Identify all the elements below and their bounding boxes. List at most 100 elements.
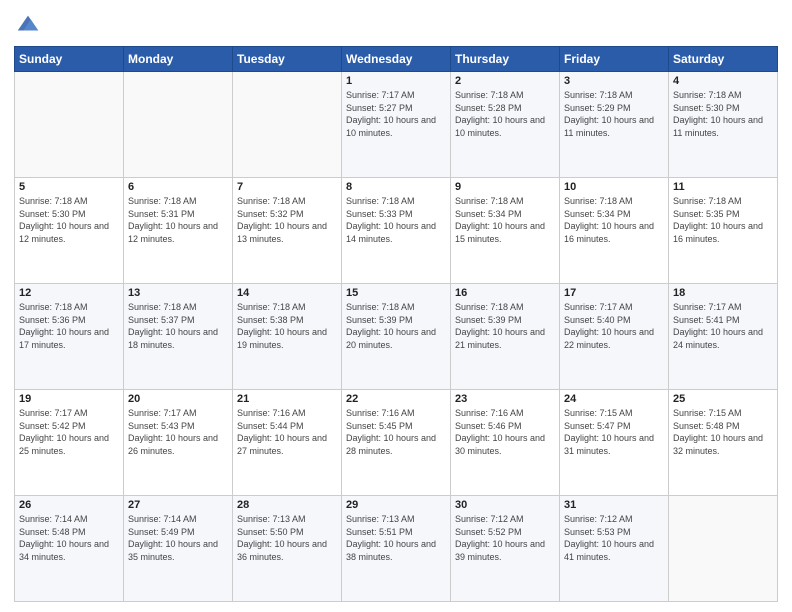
day-number: 15 [346, 287, 446, 299]
day-info: Sunrise: 7:18 AMSunset: 5:39 PMDaylight:… [455, 301, 555, 351]
day-number: 25 [673, 393, 773, 405]
calendar-cell: 8 Sunrise: 7:18 AMSunset: 5:33 PMDaylight… [342, 178, 451, 284]
calendar-cell: 16Sunrise: 7:18 AMSunset: 5:39 PMDayligh… [451, 284, 560, 390]
col-friday: Friday [560, 47, 669, 72]
day-info: Sunrise: 7:16 AMSunset: 5:46 PMDaylight:… [455, 407, 555, 457]
day-info: Sunrise: 7:18 AMSunset: 5:33 PMDaylight:… [346, 195, 446, 245]
calendar-cell: 10 Sunrise: 7:18 AMSunset: 5:34 PMDayligh… [560, 178, 669, 284]
col-monday: Monday [124, 47, 233, 72]
day-info: Sunrise: 7:18 AMSunset: 5:30 PMDaylight:… [673, 89, 773, 139]
day-number: 22 [346, 393, 446, 405]
calendar-table: Sunday Monday Tuesday Wednesday Thursday… [14, 46, 778, 602]
day-info: Sunrise: 7:17 AMSunset: 5:27 PMDaylight:… [346, 89, 446, 139]
calendar-cell [124, 72, 233, 178]
day-info: Sunrise: 7:18 AMSunset: 5:29 PMDaylight:… [564, 89, 664, 139]
calendar-week-row: 5 Sunrise: 7:18 AMSunset: 5:30 PMDaylight… [15, 178, 778, 284]
calendar-cell: 5 Sunrise: 7:18 AMSunset: 5:30 PMDaylight… [15, 178, 124, 284]
calendar-cell: 27 Sunrise: 7:14 AMSunset: 5:49 PMDayligh… [124, 496, 233, 602]
calendar-cell [15, 72, 124, 178]
calendar-cell: 19 Sunrise: 7:17 AMSunset: 5:42 PMDayligh… [15, 390, 124, 496]
day-number: 6 [128, 181, 228, 193]
day-info: Sunrise: 7:13 AMSunset: 5:51 PMDaylight:… [346, 513, 446, 563]
day-number: 1 [346, 75, 446, 87]
calendar-cell: 25 Sunrise: 7:15 AMSunset: 5:48 PMDayligh… [669, 390, 778, 496]
calendar-week-row: 1 Sunrise: 7:17 AMSunset: 5:27 PMDaylight… [15, 72, 778, 178]
calendar-cell: 15 Sunrise: 7:18 AMSunset: 5:39 PMDayligh… [342, 284, 451, 390]
day-number: 18 [673, 287, 773, 299]
day-number: 17 [564, 287, 664, 299]
calendar-week-row: 12Sunrise: 7:18 AMSunset: 5:36 PMDayligh… [15, 284, 778, 390]
col-sunday: Sunday [15, 47, 124, 72]
day-info: Sunrise: 7:18 AMSunset: 5:37 PMDaylight:… [128, 301, 228, 351]
day-number: 10 [564, 181, 664, 193]
day-number: 19 [19, 393, 119, 405]
day-number: 8 [346, 181, 446, 193]
calendar-cell: 9Sunrise: 7:18 AMSunset: 5:34 PMDaylight… [451, 178, 560, 284]
calendar-cell: 1 Sunrise: 7:17 AMSunset: 5:27 PMDaylight… [342, 72, 451, 178]
calendar-cell [669, 496, 778, 602]
day-info: Sunrise: 7:12 AMSunset: 5:52 PMDaylight:… [455, 513, 555, 563]
calendar-cell [233, 72, 342, 178]
col-saturday: Saturday [669, 47, 778, 72]
col-tuesday: Tuesday [233, 47, 342, 72]
day-info: Sunrise: 7:13 AMSunset: 5:50 PMDaylight:… [237, 513, 337, 563]
day-number: 2 [455, 75, 555, 87]
day-number: 7 [237, 181, 337, 193]
day-info: Sunrise: 7:18 AMSunset: 5:30 PMDaylight:… [19, 195, 119, 245]
day-number: 26 [19, 499, 119, 511]
day-number: 4 [673, 75, 773, 87]
day-number: 12 [19, 287, 119, 299]
calendar-cell: 4 Sunrise: 7:18 AMSunset: 5:30 PMDaylight… [669, 72, 778, 178]
col-thursday: Thursday [451, 47, 560, 72]
calendar-cell: 20 Sunrise: 7:17 AMSunset: 5:43 PMDayligh… [124, 390, 233, 496]
day-number: 20 [128, 393, 228, 405]
day-number: 29 [346, 499, 446, 511]
day-number: 31 [564, 499, 664, 511]
calendar-cell: 12Sunrise: 7:18 AMSunset: 5:36 PMDayligh… [15, 284, 124, 390]
day-number: 23 [455, 393, 555, 405]
calendar-cell: 29 Sunrise: 7:13 AMSunset: 5:51 PMDayligh… [342, 496, 451, 602]
day-number: 21 [237, 393, 337, 405]
day-info: Sunrise: 7:17 AMSunset: 5:42 PMDaylight:… [19, 407, 119, 457]
calendar-cell: 7Sunrise: 7:18 AMSunset: 5:32 PMDaylight… [233, 178, 342, 284]
day-number: 30 [455, 499, 555, 511]
day-number: 28 [237, 499, 337, 511]
calendar-cell: 17Sunrise: 7:17 AMSunset: 5:40 PMDayligh… [560, 284, 669, 390]
day-info: Sunrise: 7:16 AMSunset: 5:45 PMDaylight:… [346, 407, 446, 457]
day-info: Sunrise: 7:17 AMSunset: 5:41 PMDaylight:… [673, 301, 773, 351]
calendar-cell: 3 Sunrise: 7:18 AMSunset: 5:29 PMDaylight… [560, 72, 669, 178]
day-number: 3 [564, 75, 664, 87]
calendar-cell: 26Sunrise: 7:14 AMSunset: 5:48 PMDayligh… [15, 496, 124, 602]
day-number: 11 [673, 181, 773, 193]
day-info: Sunrise: 7:18 AMSunset: 5:31 PMDaylight:… [128, 195, 228, 245]
day-number: 27 [128, 499, 228, 511]
day-info: Sunrise: 7:12 AMSunset: 5:53 PMDaylight:… [564, 513, 664, 563]
logo [14, 10, 46, 38]
day-number: 14 [237, 287, 337, 299]
calendar-cell: 11Sunrise: 7:18 AMSunset: 5:35 PMDayligh… [669, 178, 778, 284]
header [14, 10, 778, 38]
day-number: 13 [128, 287, 228, 299]
day-info: Sunrise: 7:14 AMSunset: 5:49 PMDaylight:… [128, 513, 228, 563]
day-number: 24 [564, 393, 664, 405]
day-info: Sunrise: 7:18 AMSunset: 5:34 PMDaylight:… [564, 195, 664, 245]
day-info: Sunrise: 7:18 AMSunset: 5:28 PMDaylight:… [455, 89, 555, 139]
day-info: Sunrise: 7:18 AMSunset: 5:38 PMDaylight:… [237, 301, 337, 351]
day-info: Sunrise: 7:17 AMSunset: 5:43 PMDaylight:… [128, 407, 228, 457]
col-wednesday: Wednesday [342, 47, 451, 72]
calendar-header-row: Sunday Monday Tuesday Wednesday Thursday… [15, 47, 778, 72]
calendar-cell: 13 Sunrise: 7:18 AMSunset: 5:37 PMDayligh… [124, 284, 233, 390]
day-number: 5 [19, 181, 119, 193]
calendar-cell: 24 Sunrise: 7:15 AMSunset: 5:47 PMDayligh… [560, 390, 669, 496]
day-info: Sunrise: 7:15 AMSunset: 5:48 PMDaylight:… [673, 407, 773, 457]
calendar-cell: 23 Sunrise: 7:16 AMSunset: 5:46 PMDayligh… [451, 390, 560, 496]
day-info: Sunrise: 7:15 AMSunset: 5:47 PMDaylight:… [564, 407, 664, 457]
day-info: Sunrise: 7:18 AMSunset: 5:39 PMDaylight:… [346, 301, 446, 351]
calendar-cell: 6 Sunrise: 7:18 AMSunset: 5:31 PMDaylight… [124, 178, 233, 284]
day-info: Sunrise: 7:18 AMSunset: 5:34 PMDaylight:… [455, 195, 555, 245]
logo-icon [14, 10, 42, 38]
calendar-cell: 22 Sunrise: 7:16 AMSunset: 5:45 PMDayligh… [342, 390, 451, 496]
calendar-cell: 28 Sunrise: 7:13 AMSunset: 5:50 PMDayligh… [233, 496, 342, 602]
calendar-cell: 18 Sunrise: 7:17 AMSunset: 5:41 PMDayligh… [669, 284, 778, 390]
day-info: Sunrise: 7:16 AMSunset: 5:44 PMDaylight:… [237, 407, 337, 457]
